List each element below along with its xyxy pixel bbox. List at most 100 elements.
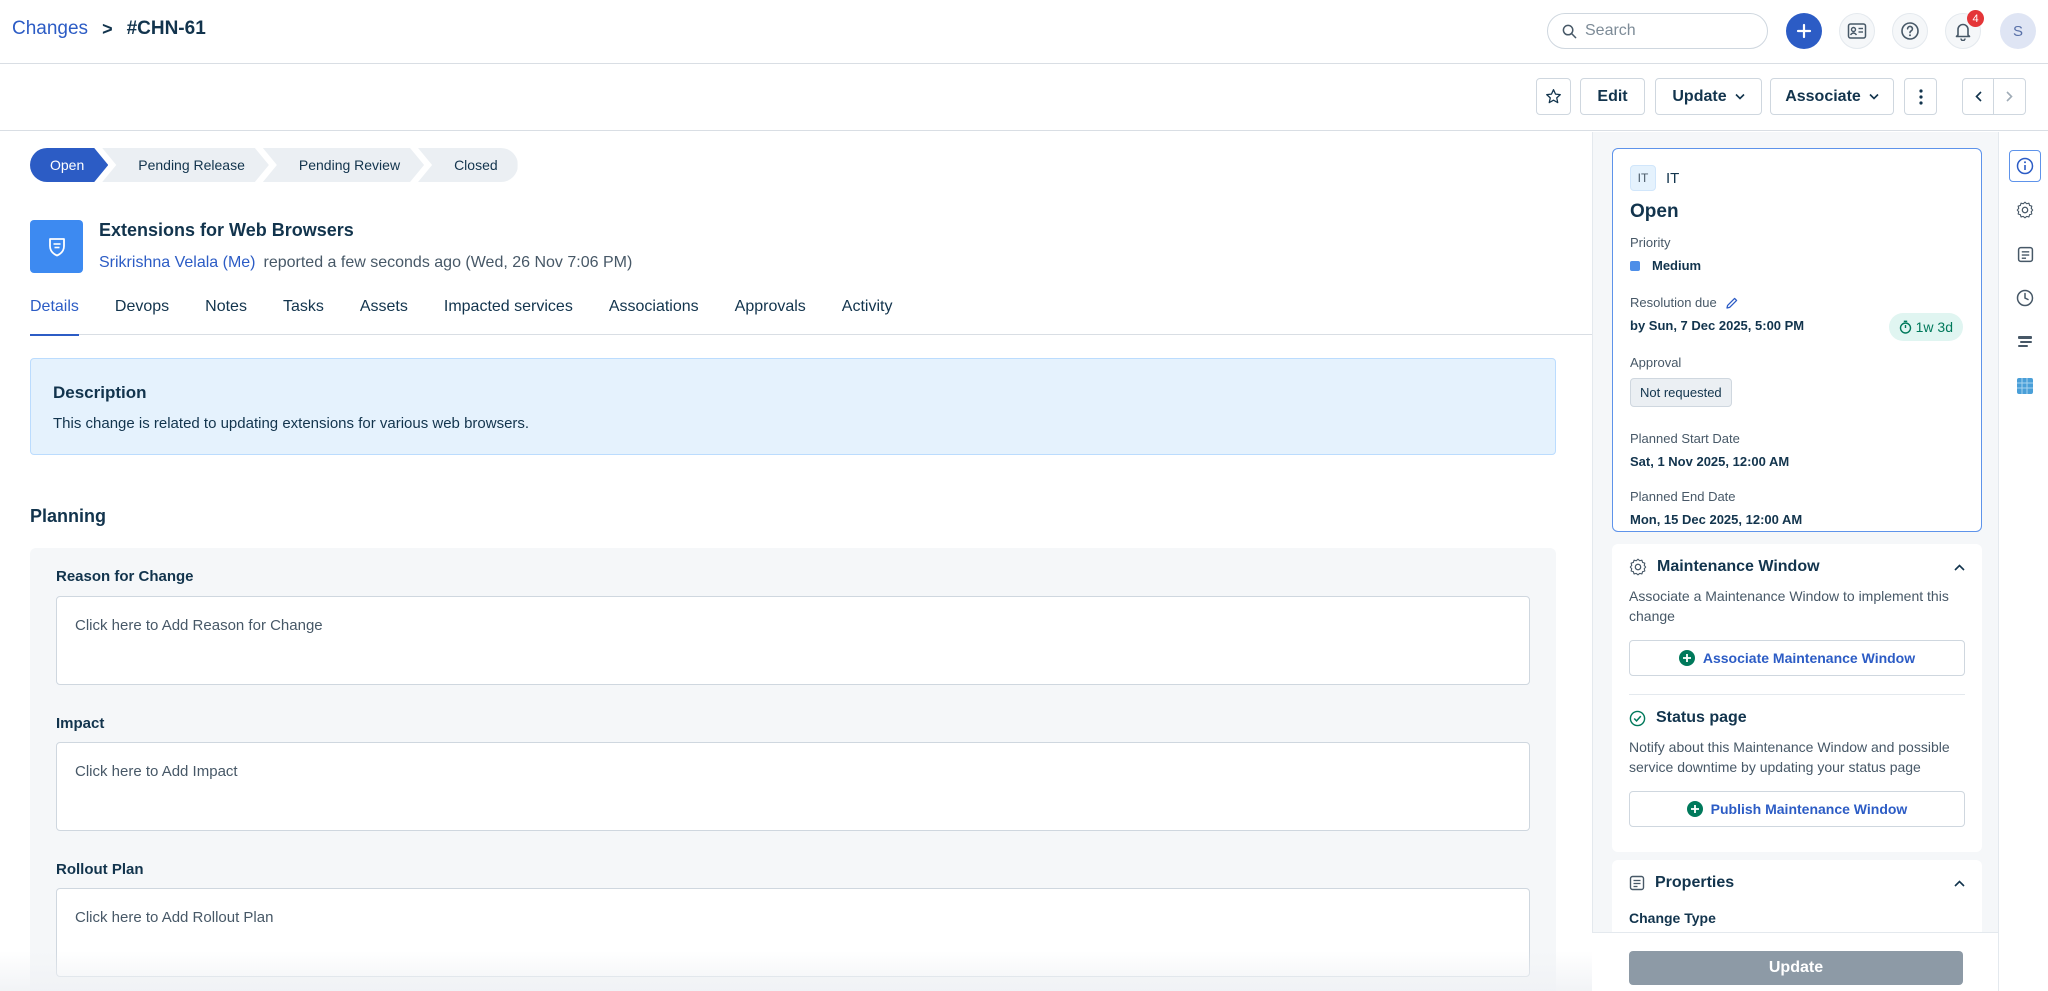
- ticket-title: Extensions for Web Browsers: [99, 220, 354, 240]
- stage-open[interactable]: Open: [30, 148, 108, 182]
- search-input[interactable]: [1585, 22, 1745, 40]
- more-options-button[interactable]: [1904, 78, 1937, 115]
- status-value: Open: [1630, 201, 1679, 222]
- planned-end-value: Mon, 15 Dec 2025, 12:00 AM: [1630, 512, 1803, 527]
- tab-tasks[interactable]: Tasks: [283, 298, 324, 335]
- tab-approvals[interactable]: Approvals: [735, 298, 806, 335]
- properties-title: Properties: [1655, 874, 1735, 891]
- reported-time: reported a few seconds ago (Wed, 26 Nov …: [263, 254, 633, 271]
- info-icon: [2016, 157, 2034, 175]
- plus-circle-icon: [1678, 650, 1695, 666]
- chevron-up-icon[interactable]: [1954, 879, 1965, 887]
- stage-closed[interactable]: Closed: [418, 148, 518, 182]
- stopwatch-icon: [1899, 320, 1911, 334]
- planning-section: Reason for Change Click here to Add Reas…: [30, 548, 1556, 991]
- priority-color-square: [1630, 261, 1640, 271]
- maintenance-window-text: Associate a Maintenance Window to implem…: [1629, 588, 1949, 624]
- tab-notes[interactable]: Notes: [205, 298, 247, 335]
- favorite-button[interactable]: [1536, 78, 1571, 115]
- chevron-down-icon: [1735, 93, 1745, 100]
- help-button[interactable]: [1892, 13, 1928, 49]
- maintenance-window-header[interactable]: Maintenance Window: [1629, 558, 1965, 576]
- description-heading: Description: [53, 383, 147, 402]
- impact-label: Impact: [56, 715, 105, 732]
- scroll-fade: [0, 951, 1592, 991]
- rail-app-button[interactable]: [2009, 370, 2041, 402]
- tab-bar: Details Devops Notes Tasks Assets Impact…: [30, 298, 1592, 336]
- reason-for-change-field[interactable]: Click here to Add Reason for Change: [56, 596, 1530, 685]
- properties-update-button[interactable]: Update: [1629, 951, 1963, 985]
- associate-maintenance-window-button[interactable]: Associate Maintenance Window: [1629, 640, 1965, 676]
- planned-start-value: Sat, 1 Nov 2025, 12:00 AM: [1630, 454, 1790, 469]
- right-sidebar: IT IT Open Priority Medium Resolution du…: [1592, 132, 1998, 991]
- rail-notes-button[interactable]: [2009, 238, 2041, 270]
- shield-icon: [48, 237, 65, 256]
- next-record-button[interactable]: [1993, 78, 2026, 115]
- planned-end-label: Planned End Date: [1630, 489, 1736, 504]
- search-icon: [1562, 24, 1577, 38]
- tab-associations[interactable]: Associations: [609, 298, 699, 335]
- properties-header[interactable]: Properties: [1629, 874, 1965, 892]
- previous-record-button[interactable]: [1962, 78, 1994, 115]
- priority-value: Medium: [1630, 258, 1964, 273]
- tab-activity[interactable]: Activity: [842, 298, 893, 335]
- stage-pending-review[interactable]: Pending Review: [263, 148, 424, 182]
- breadcrumb-changes-link[interactable]: Changes: [12, 18, 88, 40]
- add-new-button[interactable]: [1786, 13, 1822, 49]
- edit-pencil-icon[interactable]: [1725, 296, 1739, 310]
- chevron-up-icon[interactable]: [1954, 563, 1965, 571]
- reason-for-change-label: Reason for Change: [56, 568, 194, 585]
- breadcrumb-current: #CHN-61: [126, 18, 206, 39]
- associate-dropdown-label: Associate: [1785, 87, 1861, 105]
- contacts-button[interactable]: [1839, 13, 1875, 49]
- rail-timeline-button[interactable]: [2009, 326, 2041, 358]
- resolution-due-label: Resolution due: [1630, 295, 1717, 310]
- workspace-chip: IT: [1630, 165, 1656, 191]
- search-box[interactable]: [1547, 13, 1768, 49]
- right-icon-rail: [1998, 132, 2048, 991]
- publish-maintenance-window-button[interactable]: Publish Maintenance Window: [1629, 791, 1965, 827]
- plus-icon: [1796, 23, 1812, 39]
- description-text: This change is related to updating exten…: [53, 415, 530, 432]
- chevron-left-icon: [1974, 91, 1982, 102]
- rail-info-button[interactable]: [2009, 150, 2041, 182]
- notification-count-badge: 4: [1967, 10, 1984, 27]
- main-content: Open Pending Release Pending Review Clos…: [0, 132, 1592, 991]
- chevron-right-icon: [2006, 91, 2013, 102]
- time-remaining-chip: 1w 3d: [1888, 313, 1963, 341]
- rail-settings-button[interactable]: [2009, 194, 2041, 226]
- description-panel[interactable]: Description This change is related to up…: [30, 358, 1556, 455]
- user-avatar[interactable]: S: [2000, 13, 2036, 49]
- planned-start-label: Planned Start Date: [1630, 431, 1740, 446]
- planning-heading: Planning: [30, 506, 106, 526]
- priority-text: Medium: [1652, 258, 1702, 273]
- action-bar: Edit Update Associate: [0, 65, 2048, 131]
- publish-maintenance-window-label: Publish Maintenance Window: [1710, 801, 1908, 817]
- edit-button[interactable]: Edit: [1580, 78, 1645, 115]
- notifications-button[interactable]: 4: [1945, 10, 1984, 49]
- status-page-icon: [1629, 710, 1646, 726]
- stage-pending-release[interactable]: Pending Release: [102, 148, 269, 182]
- maintenance-window-card: Maintenance Window Associate a Maintenan…: [1612, 544, 1982, 852]
- associate-dropdown-button[interactable]: Associate: [1770, 78, 1894, 115]
- gear-icon: [1629, 558, 1647, 576]
- tab-assets[interactable]: Assets: [360, 298, 408, 335]
- priority-label: Priority: [1630, 235, 1671, 250]
- maintenance-window-title: Maintenance Window: [1657, 558, 1820, 575]
- rail-history-button[interactable]: [2009, 282, 2041, 314]
- tab-devops[interactable]: Devops: [115, 298, 169, 335]
- requester-link[interactable]: Srikrishna Velala (Me): [99, 254, 256, 272]
- tab-impacted-services[interactable]: Impacted services: [444, 298, 573, 335]
- ticket-meta: Srikrishna Velala (Me) reported a few se…: [99, 254, 632, 272]
- note-icon: [2017, 246, 2033, 262]
- update-dropdown-label: Update: [1672, 87, 1727, 105]
- app-grid-icon: [2017, 378, 2033, 394]
- breadcrumb: Changes > #CHN-61: [12, 18, 206, 40]
- impact-field[interactable]: Click here to Add Impact: [56, 742, 1530, 831]
- change-type-label: Change Type: [1629, 910, 1716, 926]
- properties-icon: [1629, 875, 1645, 891]
- update-dropdown-button[interactable]: Update: [1655, 78, 1762, 115]
- approval-status-chip: Not requested: [1630, 378, 1732, 407]
- resolution-due-row: Resolution due: [1630, 295, 1964, 310]
- tab-details[interactable]: Details: [30, 298, 79, 336]
